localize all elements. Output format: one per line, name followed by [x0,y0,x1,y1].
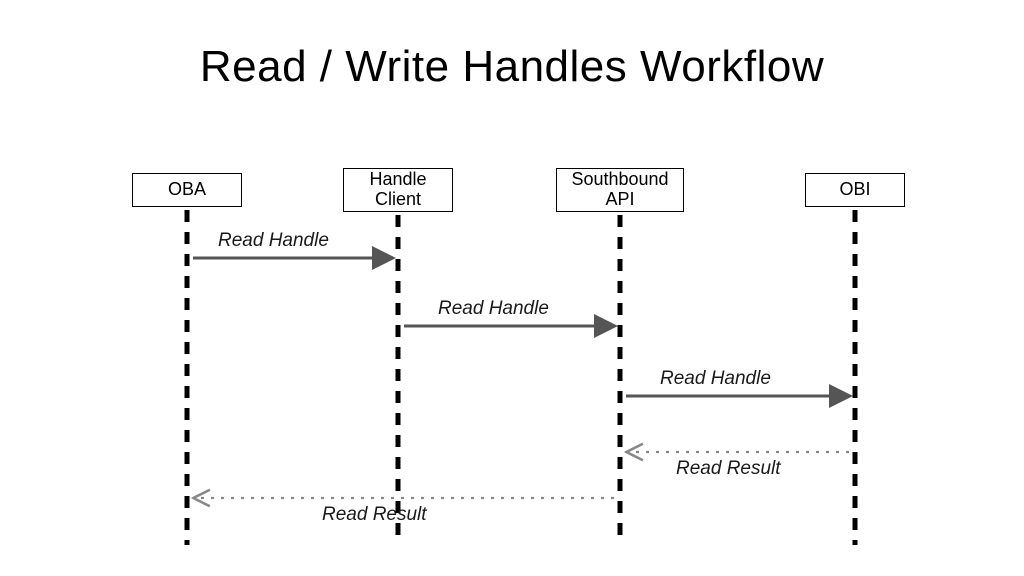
msg-label-read-handle-2: Read Handle [438,298,549,320]
actor-label: Southbound API [571,170,668,210]
actor-southbound-api: Southbound API [556,168,684,212]
sequence-diagram: Read / Write Handles Workflow OBA Handle… [0,0,1024,576]
actor-handle-client: Handle Client [343,168,453,212]
actor-label: OBI [839,180,870,200]
actor-label: OBA [168,180,206,200]
msg-label-read-result-2: Read Result [322,504,427,526]
actor-label: Handle Client [369,170,426,210]
msg-label-read-handle-3: Read Handle [660,368,771,390]
actor-oba: OBA [132,173,242,207]
actor-obi: OBI [805,173,905,207]
diagram-title: Read / Write Handles Workflow [0,42,1024,92]
msg-label-read-handle-1: Read Handle [218,230,329,252]
msg-label-read-result-1: Read Result [676,458,781,480]
